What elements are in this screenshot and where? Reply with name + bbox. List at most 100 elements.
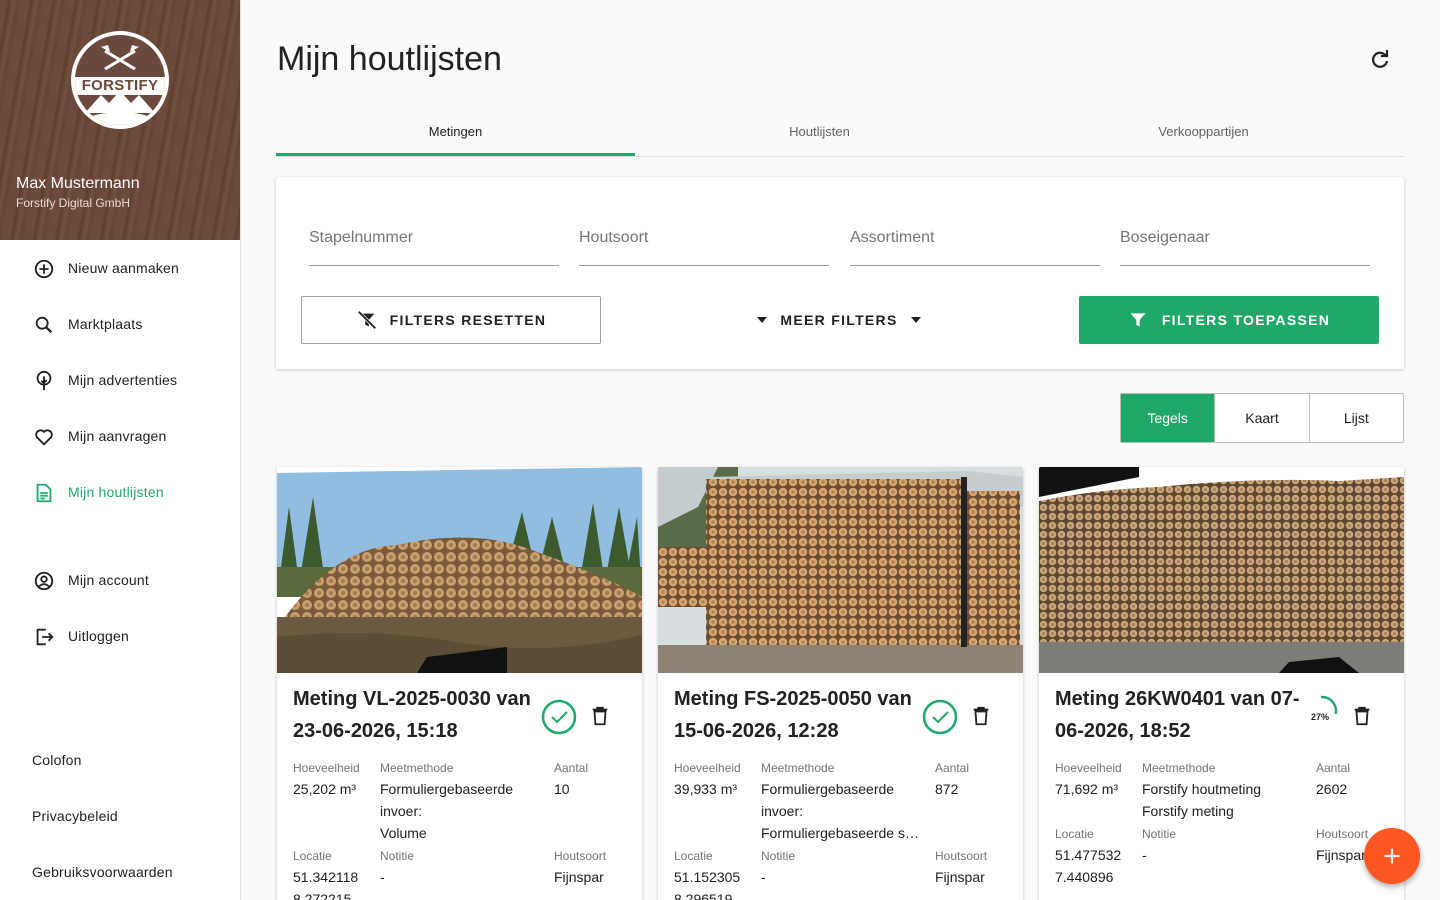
- more-filters-label: MEER FILTERS: [780, 312, 898, 328]
- nav-label: Uitloggen: [68, 628, 129, 644]
- page-title: Mijn houtlijsten: [277, 40, 502, 78]
- nav-item-uitloggen[interactable]: Uitloggen: [0, 612, 240, 660]
- location-value-line: 7.440896: [1055, 869, 1114, 885]
- houtsoort-field: [579, 225, 829, 266]
- quantity-value: 25,202 m³: [293, 781, 357, 797]
- stapelnummer-input[interactable]: [309, 225, 559, 247]
- check-circle-icon: [922, 699, 958, 735]
- species-label: Houtsoort: [1316, 827, 1369, 841]
- filter-panel: FILTERS RESETTEN MEER FILTERS FILTERS TO…: [276, 177, 1404, 369]
- note-label: Notitie: [1142, 827, 1177, 841]
- note-value: -: [1142, 847, 1147, 863]
- footer-link-privacybeleid[interactable]: Privacybeleid: [32, 808, 118, 824]
- houtsoort-input[interactable]: [579, 225, 829, 247]
- method-value-line: invoer:: [761, 803, 804, 819]
- view-toggle: Tegels Kaart Lijst: [1120, 393, 1404, 443]
- method-value-line: Formuliergebaseerde: [761, 781, 895, 797]
- nav-item-nieuw-aanmaken[interactable]: Nieuw aanmaken: [0, 244, 240, 292]
- more-filters-button[interactable]: MEER FILTERS: [754, 296, 924, 344]
- location-label: Locatie: [1055, 827, 1094, 841]
- user-name: Max Mustermann: [16, 175, 140, 192]
- quantity-value: 39,933 m³: [674, 781, 738, 797]
- tab-metingen[interactable]: Metingen: [276, 112, 635, 156]
- check-circle-icon: [541, 699, 577, 735]
- method-value-line: Formuliergebaseerde s…: [761, 825, 919, 841]
- refresh-icon[interactable]: [1368, 48, 1392, 72]
- apply-filters-label: FILTERS TOEPASSEN: [1161, 312, 1331, 328]
- location-value-line: 51.477532: [1055, 847, 1122, 863]
- location-label: Locatie: [674, 849, 713, 863]
- location-value-line: 8.272215: [293, 891, 352, 900]
- species-label: Houtsoort: [554, 849, 607, 863]
- progress-label: 27%: [1310, 712, 1329, 722]
- sidebar: FORSTIFY Max Mustermann Forstify Digital…: [0, 0, 241, 900]
- footer-link-gebruiksvoorwaarden[interactable]: Gebruiksvoorwaarden: [32, 864, 173, 880]
- progress-indicator: 27%: [1304, 693, 1340, 729]
- nav-item-mijn-account[interactable]: Mijn account: [0, 556, 240, 604]
- species-value: Fijnspar: [935, 869, 985, 885]
- method-value-line: invoer:: [380, 803, 423, 819]
- sidebar-header: FORSTIFY Max Mustermann Forstify Digital…: [0, 0, 240, 240]
- stapelnummer-field: [309, 225, 559, 266]
- measurement-card[interactable]: Meting FS-2025-0050 van 15-06-2026, 12:2…: [658, 467, 1023, 900]
- method-label: Meetmethode: [380, 761, 454, 775]
- location-label: Locatie: [293, 849, 332, 863]
- species-label: Houtsoort: [935, 849, 988, 863]
- progress-ring: [1306, 695, 1338, 727]
- nav-item-mijn-advertenties[interactable]: Mijn advertenties: [0, 356, 240, 404]
- account-circle-icon: [34, 571, 54, 591]
- delete-icon[interactable]: [970, 705, 992, 727]
- log-pile-photo: [658, 467, 1023, 673]
- method-label: Meetmethode: [761, 761, 835, 775]
- count-value: 2602: [1316, 781, 1348, 797]
- view-tiles-button[interactable]: Tegels: [1121, 394, 1215, 442]
- quantity-value: 71,692 m³: [1055, 781, 1119, 797]
- count-value: 10: [554, 781, 570, 797]
- reset-filters-button[interactable]: FILTERS RESETTEN: [301, 296, 601, 344]
- count-label: Aantal: [554, 761, 589, 775]
- tab-houtlijsten[interactable]: Houtlijsten: [640, 112, 999, 156]
- quantity-label: Hoeveelheid: [293, 761, 360, 775]
- note-label: Notitie: [380, 849, 415, 863]
- method-value-line: Volume: [380, 825, 427, 841]
- view-map-button[interactable]: Kaart: [1214, 394, 1308, 442]
- location-value-line: 51.342118: [293, 869, 359, 885]
- card-title: Meting FS-2025-0050 van 15-06-2026, 12:2…: [674, 688, 912, 742]
- species-value: Fijnspar: [554, 869, 604, 885]
- nav-item-mijn-houtlijsten[interactable]: Mijn houtlijsten: [0, 468, 240, 516]
- assortiment-input[interactable]: [850, 225, 1100, 247]
- delete-icon[interactable]: [589, 705, 611, 727]
- boseigenaar-input[interactable]: [1120, 225, 1370, 247]
- tab-verkooppartijen[interactable]: Verkooppartijen: [1024, 112, 1383, 156]
- note-value: -: [761, 869, 766, 885]
- count-label: Aantal: [935, 761, 970, 775]
- method-value-line: Formuliergebaseerde: [380, 781, 514, 797]
- delete-icon[interactable]: [1351, 705, 1373, 727]
- nav-label: Mijn houtlijsten: [68, 484, 164, 500]
- view-list-button[interactable]: Lijst: [1308, 394, 1403, 442]
- file-list-icon: [36, 483, 52, 503]
- nav-label: Mijn aanvragen: [68, 428, 167, 444]
- apply-filters-button[interactable]: FILTERS TOEPASSEN: [1079, 296, 1379, 344]
- method-value-line: Forstify meting: [1142, 803, 1234, 819]
- location-value-line: 8.296519: [674, 891, 733, 900]
- measurement-card[interactable]: Meting VL-2025-0030 van 23-06-2026, 15:1…: [277, 467, 642, 900]
- nav-item-mijn-aanvragen[interactable]: Mijn aanvragen: [0, 412, 240, 460]
- location-value-line: 51.152305: [674, 869, 741, 885]
- method-value-line: Forstify houtmeting: [1142, 781, 1262, 797]
- boseigenaar-field: [1120, 225, 1370, 266]
- add-measurement-fab[interactable]: [1364, 828, 1420, 884]
- nav-label: Nieuw aanmaken: [68, 260, 179, 276]
- species-value: Fijnspar: [1316, 847, 1366, 863]
- log-pile-photo: [277, 467, 642, 673]
- quantity-label: Hoeveelheid: [1055, 761, 1122, 775]
- note-label: Notitie: [761, 849, 796, 863]
- footer-link-colofon[interactable]: Colofon: [32, 752, 82, 768]
- logout-icon: [36, 628, 54, 646]
- reset-filters-label: FILTERS RESETTEN: [389, 312, 547, 328]
- log-pile-photo: [1039, 467, 1404, 673]
- card-title: Meting 26KW0401 van 07-06-2026, 18:52: [1055, 688, 1300, 742]
- nav-label: Mijn advertenties: [68, 372, 178, 388]
- nav-item-marktplaats[interactable]: Marktplaats: [0, 300, 240, 348]
- measurement-card[interactable]: Meting 26KW0401 van 07-06-2026, 18:52 27…: [1039, 467, 1404, 900]
